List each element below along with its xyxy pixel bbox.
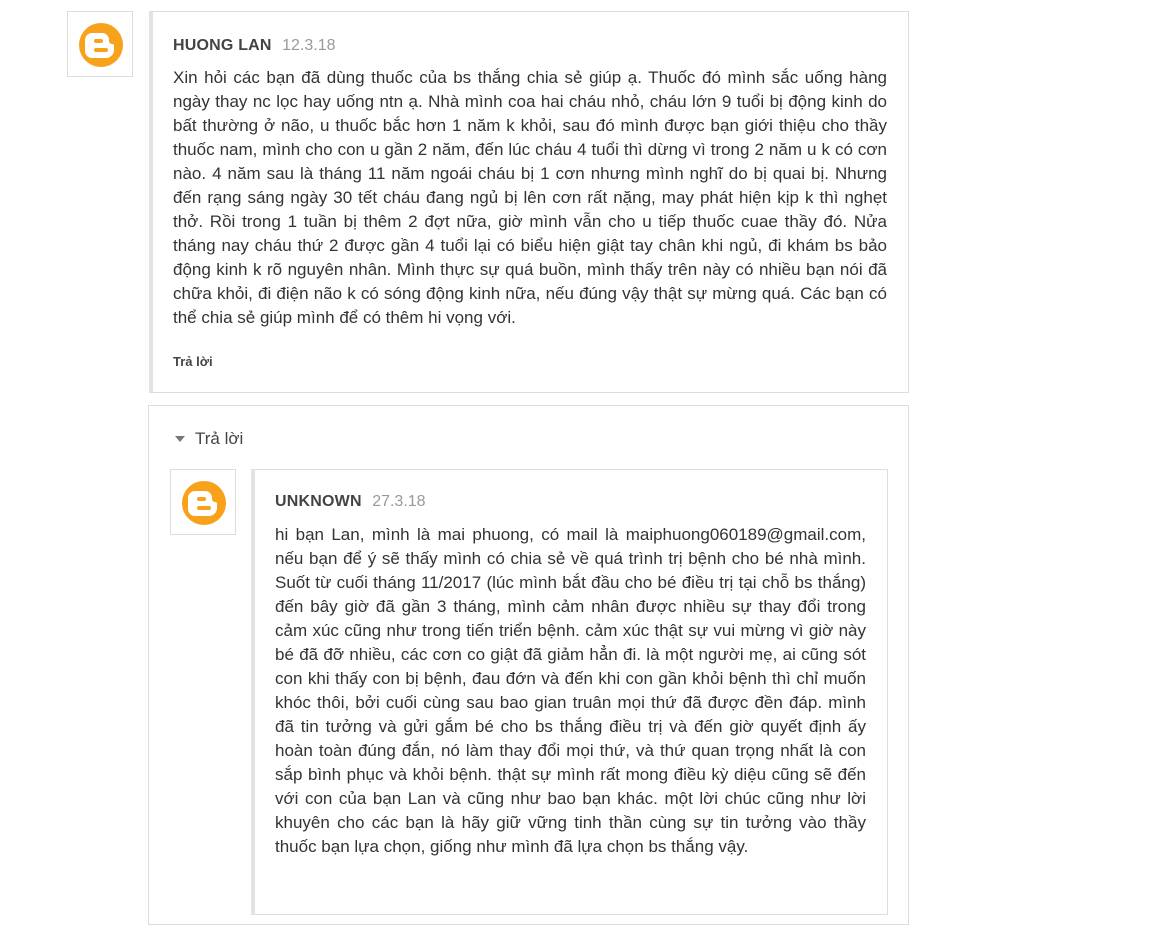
blogger-icon bbox=[182, 481, 226, 525]
reply-button[interactable]: Trả lời bbox=[173, 354, 213, 369]
reply-avatar[interactable] bbox=[170, 469, 236, 535]
comment-card: HUONG LAN 12.3.18 Xin hỏi các bạn đã dùn… bbox=[149, 11, 909, 393]
replies-toggle[interactable]: Trả lời bbox=[175, 429, 243, 449]
reply-date[interactable]: 27.3.18 bbox=[372, 493, 425, 510]
reply-text: hi bạn Lan, mình là mai phuong, có mail … bbox=[275, 525, 866, 856]
comment-header: HUONG LAN 12.3.18 bbox=[173, 36, 336, 56]
comment-date[interactable]: 12.3.18 bbox=[282, 37, 335, 54]
reply-card: UNKNOWN 27.3.18 hi bạn Lan, mình là mai … bbox=[251, 469, 888, 915]
blogger-icon bbox=[79, 23, 123, 67]
avatar[interactable] bbox=[67, 11, 133, 77]
replies-toggle-label: Trả lời bbox=[195, 429, 244, 448]
caret-down-icon bbox=[175, 436, 185, 442]
comment-text: Xin hỏi các bạn đã dùng thuốc của bs thắ… bbox=[173, 68, 887, 327]
comment-author[interactable]: HUONG LAN bbox=[173, 37, 272, 54]
reply-author[interactable]: UNKNOWN bbox=[275, 493, 362, 510]
reply-header: UNKNOWN 27.3.18 bbox=[275, 492, 426, 512]
